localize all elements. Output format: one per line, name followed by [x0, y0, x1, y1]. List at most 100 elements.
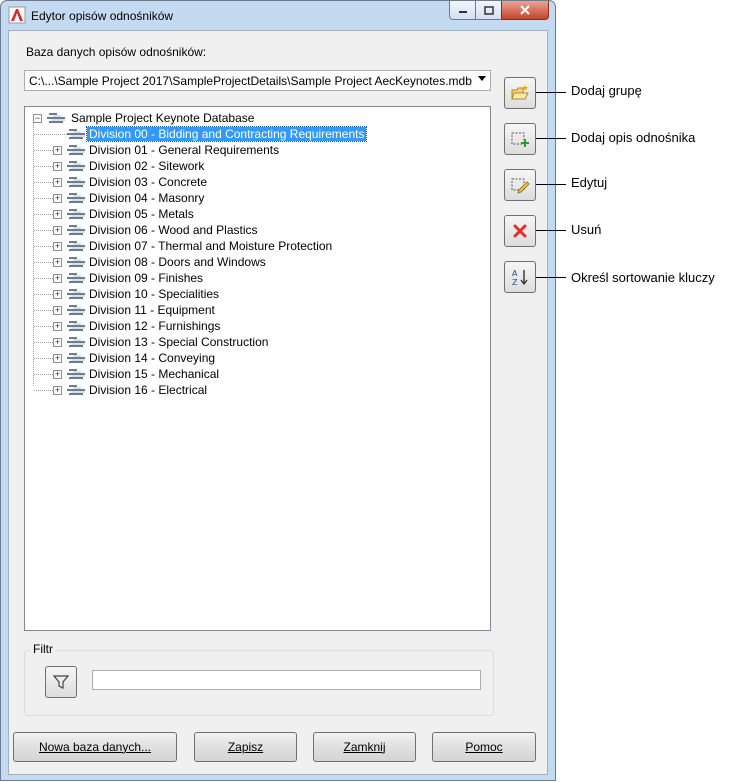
keynote-group-icon	[67, 193, 85, 203]
edit-pencil-icon	[511, 178, 530, 194]
filter-input[interactable]	[92, 670, 481, 690]
expand-icon[interactable]: +	[53, 178, 62, 187]
expand-icon[interactable]: +	[53, 194, 62, 203]
keynote-group-icon	[67, 289, 85, 299]
tree-item-label: Division 12 - Furnishings	[89, 319, 221, 333]
tree-connector-line	[34, 390, 53, 391]
tree-root-node[interactable]: − Sample Project Keynote Database	[29, 110, 329, 126]
tree-item-label: Division 07 - Thermal and Moisture Prote…	[89, 239, 333, 253]
expand-icon[interactable]: +	[53, 370, 62, 379]
database-select[interactable]: C:\...\Sample Project 2017\SampleProject…	[24, 70, 491, 91]
callout-delete: Usuń	[571, 222, 602, 237]
help-button[interactable]: Pomoc	[432, 732, 536, 762]
edit-button[interactable]	[504, 169, 536, 201]
tree-item[interactable]: + Division 11 - Equipment	[29, 302, 469, 318]
tree-item[interactable]: + Division 01 - General Requirements	[29, 142, 469, 158]
database-path-value: C:\...\Sample Project 2017\SampleProject…	[29, 74, 472, 88]
tree-item[interactable]: + Division 02 - Sitework	[29, 158, 469, 174]
tree-item-label: Division 05 - Metals	[89, 207, 194, 221]
tree-connector-line	[34, 310, 53, 311]
add-keynote-icon	[511, 132, 529, 147]
close-icon	[520, 5, 530, 15]
new-database-button[interactable]: Nowa baza danych...	[13, 732, 177, 762]
save-button[interactable]: Zapisz	[194, 732, 297, 762]
sort-keys-button[interactable]: A Z	[504, 261, 536, 293]
tree-connector-line	[34, 134, 67, 135]
tree-connector-line	[34, 358, 53, 359]
callout-line-delete	[536, 230, 566, 231]
window-title: Edytor opisów odnośników	[31, 9, 174, 23]
keynote-group-icon	[67, 241, 85, 251]
keynote-group-icon	[67, 305, 85, 315]
expand-icon[interactable]: +	[53, 338, 62, 347]
expand-icon[interactable]: +	[53, 290, 62, 299]
tree-item[interactable]: + Division 05 - Metals	[29, 206, 469, 222]
tree-item[interactable]: + Division 09 - Finishes	[29, 270, 469, 286]
tree-item[interactable]: + Division 16 - Electrical	[29, 382, 469, 398]
folder-add-icon	[511, 85, 529, 100]
minimize-button[interactable]	[449, 1, 476, 20]
add-group-button[interactable]	[504, 77, 536, 109]
tree-item[interactable]: + Division 07 - Thermal and Moisture Prot…	[29, 238, 469, 254]
expand-icon[interactable]: +	[53, 258, 62, 267]
tree-item[interactable]: + Division 14 - Conveying	[29, 350, 469, 366]
help-label: Pomoc	[465, 740, 503, 754]
close-window-button[interactable]	[501, 1, 549, 20]
tree-item-label: Division 16 - Electrical	[89, 383, 208, 397]
expand-icon[interactable]: +	[53, 226, 62, 235]
tree-item[interactable]: + Division 10 - Specialities	[29, 286, 469, 302]
chevron-down-icon[interactable]	[478, 76, 486, 81]
expand-icon[interactable]: +	[53, 242, 62, 251]
collapse-icon[interactable]: −	[33, 114, 42, 123]
tree-connector-line	[34, 198, 53, 199]
delete-button[interactable]	[504, 215, 536, 247]
tree-item-label: Division 03 - Concrete	[89, 175, 208, 189]
keynote-group-icon	[67, 321, 85, 331]
expand-icon[interactable]: +	[53, 274, 62, 283]
expand-icon[interactable]: +	[53, 306, 62, 315]
tree-item-label: Division 11 - Equipment	[89, 303, 215, 317]
tree-connector-line	[34, 278, 53, 279]
expand-icon[interactable]: +	[53, 322, 62, 331]
svg-text:Z: Z	[512, 278, 518, 287]
tree-item[interactable]: + Division 15 - Mechanical	[29, 366, 469, 382]
keynote-tree[interactable]: − Sample Project Keynote Database Divisi…	[24, 106, 491, 631]
keynote-group-icon	[67, 369, 85, 379]
tree-item[interactable]: Division 00 - Bidding and Contracting Re…	[29, 126, 469, 142]
keynote-group-icon	[67, 209, 85, 219]
keynote-group-icon	[67, 257, 85, 267]
expand-icon[interactable]: +	[53, 386, 62, 395]
tree-root-label: Sample Project Keynote Database	[71, 111, 255, 125]
tree-item-label: Division 01 - General Requirements	[89, 143, 280, 157]
callout-add-keynote: Dodaj opis odnośnika	[571, 130, 696, 145]
expand-icon[interactable]: +	[53, 162, 62, 171]
expand-icon[interactable]: +	[53, 210, 62, 219]
tree-item[interactable]: + Division 08 - Doors and Windows	[29, 254, 469, 270]
expand-icon[interactable]: +	[53, 354, 62, 363]
svg-text:A: A	[512, 269, 518, 278]
database-label: Baza danych opisów odnośników:	[26, 45, 207, 59]
tree-connector-line	[34, 294, 53, 295]
tree-item-label: Division 02 - Sitework	[89, 159, 205, 173]
callout-line-add-group	[536, 92, 566, 93]
close-button[interactable]: Zamknij	[313, 732, 416, 762]
tree-item[interactable]: + Division 13 - Special Construction	[29, 334, 469, 350]
keynote-group-icon	[67, 225, 85, 235]
tree-item-label: Division 06 - Wood and Plastics	[89, 223, 258, 237]
tree-connector-line	[34, 182, 53, 183]
tree-item-label: Division 10 - Specialities	[89, 287, 220, 301]
tree-item-label: Division 09 - Finishes	[89, 271, 204, 285]
callout-line-sort	[536, 277, 566, 278]
title-bar[interactable]: Edytor opisów odnośników	[1, 1, 555, 30]
keynote-group-icon	[67, 385, 85, 395]
tree-item[interactable]: + Division 04 - Masonry	[29, 190, 469, 206]
callout-add-group: Dodaj grupę	[571, 83, 642, 98]
expand-icon[interactable]: +	[53, 146, 62, 155]
tree-item[interactable]: + Division 03 - Concrete	[29, 174, 469, 190]
tree-connector-line	[34, 166, 53, 167]
maximize-button[interactable]	[475, 1, 502, 20]
add-keynote-button[interactable]	[504, 123, 536, 155]
tree-item[interactable]: + Division 06 - Wood and Plastics	[29, 222, 469, 238]
filter-button[interactable]	[45, 666, 77, 698]
tree-item[interactable]: + Division 12 - Furnishings	[29, 318, 469, 334]
